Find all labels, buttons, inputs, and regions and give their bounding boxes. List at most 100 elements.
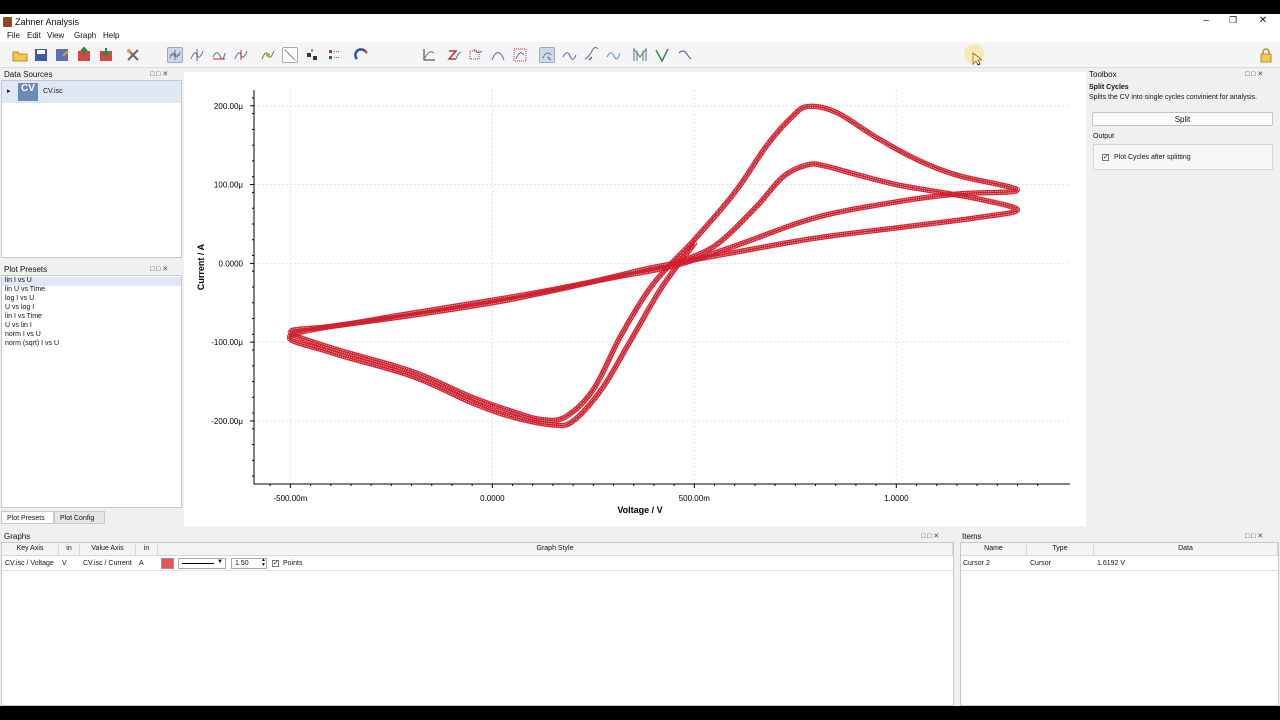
table-row[interactable]: CV.isc / Voltage V CV.isc / Current A ▼ … (2, 556, 953, 571)
plot-cursor-icon[interactable] (167, 47, 183, 63)
menu-view[interactable]: View (47, 31, 64, 40)
integrate-icon[interactable] (605, 47, 621, 63)
preset-item[interactable]: U vs lin I (5, 322, 32, 329)
tools-icon[interactable] (125, 47, 141, 63)
save-as-icon[interactable] (54, 47, 70, 63)
panel-float-icon[interactable]: □ □ ✕ (921, 532, 939, 540)
items-title: Items (962, 532, 982, 541)
y-tick-label: -100.00μ (211, 338, 243, 347)
item-data: 1.6192 V (1097, 560, 1126, 567)
preset-item[interactable]: log I vs U (5, 295, 34, 302)
panel-float-icon[interactable]: □ □ ✕ (1245, 532, 1263, 540)
preset-item[interactable]: U vs log I (5, 304, 34, 311)
menu-file[interactable]: File (7, 31, 20, 40)
panel-float-icon[interactable]: □ □ ✕ (150, 70, 168, 78)
cv-chart[interactable]: -500.00m 0.0000 500.00m 1.0000 200.00μ 100.00… (184, 72, 1086, 526)
col-type: Type (1027, 543, 1094, 556)
close-icon[interactable]: ✕ (1253, 15, 1273, 26)
value-axis-value: CV.isc / Current (83, 560, 132, 567)
curve-icon[interactable] (490, 47, 506, 63)
import-icon[interactable] (98, 47, 114, 63)
table-row[interactable]: Cursor 2 Cursor 1.6192 V (961, 556, 1278, 571)
minimize-icon[interactable]: – (1196, 15, 1216, 26)
legend-icon[interactable] (326, 47, 342, 63)
tab-plot-presets[interactable]: Plot Presets (1, 511, 54, 524)
x-axis-label: Voltage / V (617, 505, 662, 515)
multi-cycle-icon[interactable] (632, 47, 648, 63)
plot-smooth-icon[interactable] (260, 47, 276, 63)
open-folder-icon[interactable] (12, 47, 28, 63)
value-unit-value: A (139, 560, 144, 567)
line-width-value: 1.50 (235, 560, 249, 567)
col-key-axis: Key Axis (2, 543, 59, 556)
preset-item[interactable]: norm (sqrt) I vs U (5, 340, 59, 347)
data-sources-title: Data Sources (4, 70, 53, 79)
plot-fit-icon[interactable] (233, 47, 249, 63)
save-icon[interactable] (33, 47, 49, 63)
points-label: Points (283, 560, 303, 567)
export-icon[interactable] (76, 47, 92, 63)
line-style-dropdown[interactable]: ▼ (178, 558, 226, 569)
x-tick-label: -500.00m (273, 494, 307, 503)
panel-float-icon[interactable]: □ □ ✕ (1245, 70, 1263, 78)
col-value-unit: in (136, 543, 158, 556)
color-swatch[interactable] (161, 558, 174, 569)
line-width-spinbox[interactable]: 1.50 ▲ ▼ (231, 558, 267, 569)
y-tick-label: 100.00μ (214, 181, 243, 190)
panel-float-icon[interactable]: □ □ ✕ (150, 265, 168, 273)
plot-cycles-checkbox[interactable]: ✓ (1102, 154, 1109, 161)
menu-bar: File Edit View Graph Help (0, 30, 1280, 42)
toolbox-description: Splits the CV into single cycles convini… (1089, 94, 1258, 101)
app-logo-icon (3, 17, 12, 27)
zoom-rect-icon[interactable] (468, 47, 484, 63)
lock-icon[interactable] (1258, 47, 1274, 63)
col-graph-style: Graph Style (158, 543, 953, 556)
col-name: Name (961, 543, 1027, 556)
derivative-icon[interactable] (583, 47, 599, 63)
preset-item[interactable]: lin U vs Time (5, 286, 45, 293)
preset-item[interactable]: norm I vs U (5, 331, 41, 338)
chevron-down-icon: ▼ (217, 559, 223, 565)
x-tick-label: 500.00m (679, 494, 710, 503)
preset-item[interactable]: lin I vs Time (5, 313, 42, 320)
expand-arrow-icon[interactable]: ▸ (7, 87, 11, 95)
y-tick-label: -200.00μ (211, 417, 243, 426)
peak-search-icon[interactable] (561, 47, 577, 63)
preset-item[interactable]: lin I vs U (5, 277, 32, 284)
x-tick-label: 1.0000 (884, 494, 909, 503)
plot-peak-icon[interactable] (189, 47, 205, 63)
split-button[interactable]: Split (1092, 112, 1273, 126)
restore-icon[interactable]: ❐ (1223, 15, 1243, 26)
menu-graph[interactable]: Graph (74, 31, 96, 40)
toolbox-heading: Split Cycles (1089, 84, 1129, 91)
item-name: Cursor 2 (963, 560, 990, 567)
menu-edit[interactable]: Edit (27, 31, 41, 40)
graphs-table: Key Axis in Value Axis in Graph Style CV… (1, 542, 954, 706)
grid-points-icon[interactable] (512, 47, 528, 63)
diagonal-line-icon[interactable] (282, 47, 298, 63)
scatter-points-icon[interactable] (304, 47, 320, 63)
toolbar (0, 42, 1280, 68)
cv-file-icon: CV (18, 83, 38, 101)
data-source-name: CV.isc (43, 88, 63, 95)
window-title: Zahner Analysis (15, 17, 80, 27)
step-icon[interactable] (677, 47, 693, 63)
plot-baseline-icon[interactable] (211, 47, 227, 63)
axis-scale-icon[interactable] (421, 47, 437, 63)
magnet-icon[interactable] (353, 47, 369, 63)
spin-arrows-icon[interactable]: ▲ ▼ (261, 558, 266, 568)
tab-plot-config[interactable]: Plot Config (54, 511, 105, 524)
data-source-item[interactable]: ▸ CV CV.isc (2, 81, 181, 103)
pan-icon[interactable] (539, 47, 555, 63)
key-unit-value: V (62, 560, 67, 567)
x-tick-label: 0.0000 (480, 494, 505, 503)
plot-area[interactable]: -500.00m 0.0000 500.00m 1.0000 200.00μ 100.00… (184, 72, 1086, 526)
split-cycles-icon[interactable] (654, 47, 670, 63)
graphs-title: Graphs (4, 532, 31, 541)
col-value-axis: Value Axis (80, 543, 136, 556)
col-key-unit: in (59, 543, 80, 556)
points-checkbox[interactable]: ✓ (272, 560, 279, 567)
log-scale-icon[interactable] (446, 47, 462, 63)
menu-help[interactable]: Help (103, 31, 119, 40)
y-tick-label: 200.00μ (214, 102, 243, 111)
